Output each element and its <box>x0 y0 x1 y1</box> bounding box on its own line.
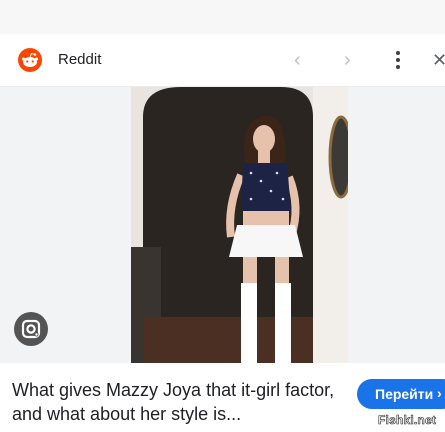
visit-button-label: Перейти <box>375 386 434 402</box>
top-strip <box>0 0 445 34</box>
source-header: Reddit ‹ › ✕ <box>0 36 445 87</box>
chevron-right-icon[interactable]: › <box>344 49 351 72</box>
reddit-logo-icon <box>18 48 42 72</box>
source-name[interactable]: Reddit <box>58 51 101 68</box>
preview-image[interactable] <box>131 87 348 363</box>
watermark: Fishki.net <box>378 413 437 428</box>
more-vert-icon[interactable] <box>392 49 404 73</box>
google-lens-icon[interactable] <box>14 312 48 346</box>
chevron-left-icon[interactable]: ‹ <box>294 49 301 72</box>
result-title[interactable]: What gives Mazzy Joya that it-girl facto… <box>12 378 342 426</box>
visit-button[interactable]: Перейти › <box>357 379 445 409</box>
preview-image-graphic <box>131 87 348 363</box>
chevron-right-icon: › <box>437 385 442 401</box>
close-icon[interactable]: ✕ <box>432 50 445 71</box>
